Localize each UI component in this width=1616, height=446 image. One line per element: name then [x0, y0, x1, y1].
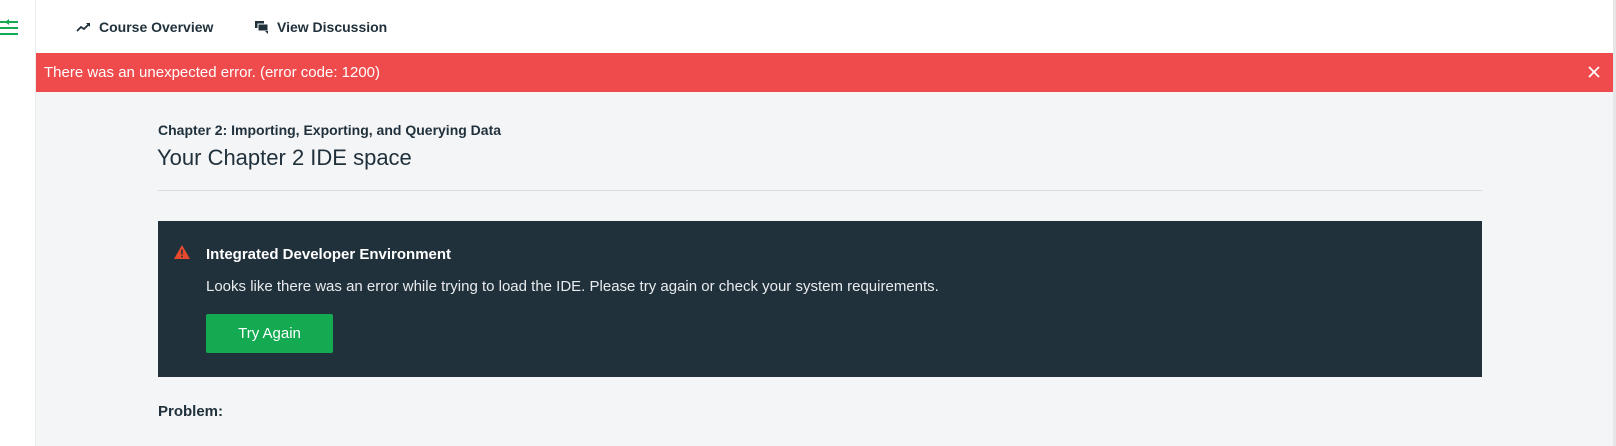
chat-bubbles-icon — [255, 21, 269, 34]
chapter-label: Chapter 2: Importing, Exporting, and Que… — [158, 122, 502, 138]
try-again-button[interactable]: Try Again — [206, 314, 333, 353]
trending-up-icon — [76, 23, 90, 32]
error-banner: There was an unexpected error. (error co… — [36, 53, 1613, 92]
course-overview-link[interactable]: Course Overview — [76, 16, 213, 38]
ide-panel-message: Looks like there was an error while tryi… — [206, 278, 939, 295]
menu-collapse-icon[interactable] — [0, 17, 22, 39]
divider — [158, 190, 1482, 191]
ide-error-panel: Integrated Developer Environment Looks l… — [158, 221, 1482, 377]
main-content: Chapter 2: Importing, Exporting, and Que… — [36, 92, 1613, 446]
left-rail — [0, 0, 36, 446]
problem-label: Problem: — [158, 403, 224, 420]
error-message: There was an unexpected error. (error co… — [44, 64, 381, 81]
view-discussion-link[interactable]: View Discussion — [254, 16, 387, 38]
view-discussion-label: View Discussion — [277, 19, 388, 35]
warning-triangle-icon — [174, 245, 190, 259]
ide-panel-title: Integrated Developer Environment — [206, 246, 452, 263]
page-title: Your Chapter 2 IDE space — [157, 145, 412, 170]
close-icon[interactable] — [1585, 63, 1603, 81]
top-navigation: Course Overview View Discussion — [36, 0, 1613, 53]
course-overview-label: Course Overview — [99, 19, 214, 35]
